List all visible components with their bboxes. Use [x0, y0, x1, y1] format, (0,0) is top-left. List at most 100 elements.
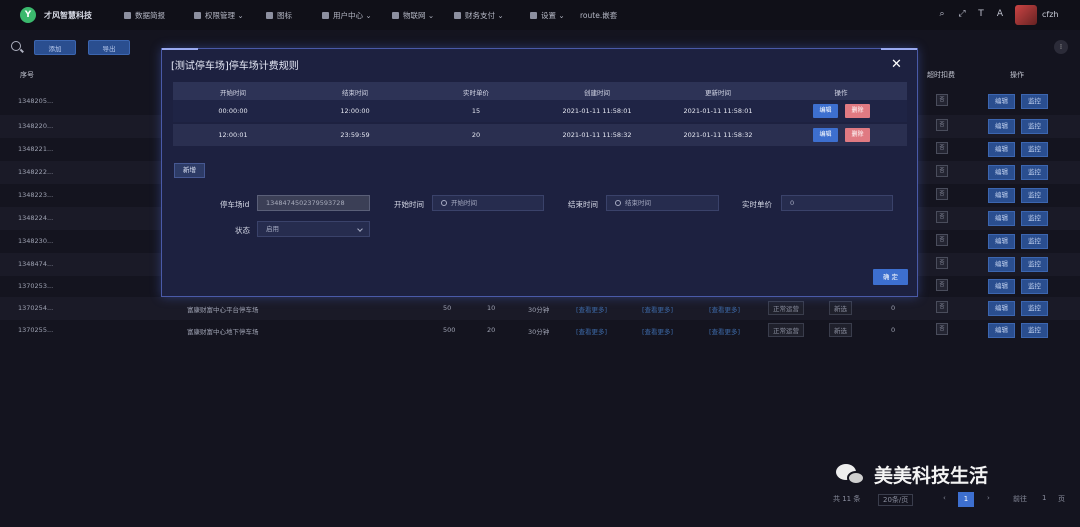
price-label: 实时单价: [742, 200, 772, 209]
rule-edit-button[interactable]: 编辑: [813, 104, 838, 118]
monitor-button[interactable]: 监控: [1021, 234, 1048, 249]
nav-item-settings[interactable]: 设置 ⌄: [530, 10, 565, 21]
yen-icon: [454, 12, 461, 19]
add-rule-button[interactable]: 新增: [174, 163, 205, 178]
monitor-button[interactable]: 监控: [1021, 165, 1048, 180]
view-more-link[interactable]: [查看更多]: [709, 326, 740, 336]
column-action: 操作: [1010, 71, 1024, 79]
tag-badge: 新选: [829, 301, 852, 315]
page-number[interactable]: 1: [958, 492, 974, 507]
search-icon[interactable]: ⌕: [937, 9, 947, 19]
gear-icon: [392, 12, 399, 19]
status-badge: 正常运营: [768, 323, 804, 337]
nav-item-icons[interactable]: 图标: [266, 10, 292, 21]
column-record: 超时扣费: [927, 71, 955, 79]
nav-item-users[interactable]: 用户中心 ⌄: [322, 10, 372, 21]
status-label: 状态: [235, 226, 250, 235]
edit-button[interactable]: 编辑: [988, 257, 1015, 272]
nav-item-finance[interactable]: 财务支付 ⌄: [454, 10, 504, 21]
avatar[interactable]: [1015, 5, 1037, 25]
start-time-label: 开始时间: [394, 200, 424, 209]
decor-corner: [162, 48, 198, 54]
end-time-field[interactable]: 结束时间: [606, 195, 719, 211]
monitor-button[interactable]: 监控: [1021, 211, 1048, 226]
rule-table-header: 开始时间 结束时间 实时单价 创建时间 更新时间 操作: [173, 82, 907, 100]
dashboard-icon: [124, 12, 131, 19]
edit-button[interactable]: 编辑: [988, 279, 1015, 294]
mark-badge: 否: [936, 234, 948, 246]
fullscreen-icon[interactable]: ⤢: [957, 9, 967, 19]
rule-delete-button[interactable]: 删除: [845, 104, 870, 118]
mark-badge: 否: [936, 165, 948, 177]
edit-button[interactable]: 编辑: [988, 94, 1015, 109]
lock-icon: [194, 12, 201, 19]
tag-badge: 新选: [829, 323, 852, 337]
search-icon[interactable]: [11, 41, 21, 51]
edit-button[interactable]: 编辑: [988, 165, 1015, 180]
view-more-link[interactable]: [查看更多]: [642, 304, 673, 314]
logo-icon: Y: [20, 7, 36, 23]
settings-icon: [530, 12, 537, 19]
price-field[interactable]: 0: [781, 195, 893, 211]
nav-item-dashboard[interactable]: 数据简报: [124, 10, 165, 21]
status-badge: 正常运营: [768, 301, 804, 315]
edit-button[interactable]: 编辑: [988, 188, 1015, 203]
chevron-down-icon: [357, 226, 363, 232]
goto-label: 前往: [1013, 495, 1027, 503]
language-icon[interactable]: A: [995, 9, 1005, 19]
monitor-button[interactable]: 监控: [1021, 119, 1048, 134]
goto-input[interactable]: 1: [1042, 494, 1046, 502]
rule-edit-button[interactable]: 编辑: [813, 128, 838, 142]
edit-button[interactable]: 编辑: [988, 211, 1015, 226]
edit-button[interactable]: 编辑: [988, 234, 1015, 249]
prev-page-button[interactable]: ‹: [943, 494, 946, 502]
rule-row: 00:00:00 12:00:00 15 2021-01-11 11:58:01…: [173, 100, 907, 122]
monitor-button[interactable]: 监控: [1021, 188, 1048, 203]
rule-row: 12:00:01 23:59:59 20 2021-01-11 11:58:32…: [173, 124, 907, 146]
wechat-icon: [836, 463, 866, 486]
decor-corner: [881, 48, 917, 54]
parking-id-field[interactable]: 1348474502379593728: [257, 195, 370, 211]
columns-icon[interactable]: ⁞: [1054, 40, 1068, 54]
view-more-link[interactable]: [查看更多]: [576, 304, 607, 314]
mark-badge: 否: [936, 119, 948, 131]
next-page-button[interactable]: ›: [987, 494, 990, 502]
edit-button[interactable]: 编辑: [988, 119, 1015, 134]
monitor-button[interactable]: 监控: [1021, 279, 1048, 294]
edit-button[interactable]: 编辑: [988, 301, 1015, 316]
parking-id-label: 停车场id: [220, 200, 250, 209]
start-time-field[interactable]: 开始时间: [432, 195, 544, 211]
nav-item-permissions[interactable]: 权限管理 ⌄: [194, 10, 244, 21]
edit-button[interactable]: 编辑: [988, 323, 1015, 338]
mark-badge: 否: [936, 142, 948, 154]
nav-item-route[interactable]: route.嵌套: [580, 10, 617, 21]
clock-icon: [615, 200, 621, 206]
view-more-link[interactable]: [查看更多]: [576, 326, 607, 336]
monitor-button[interactable]: 监控: [1021, 94, 1048, 109]
mark-badge: 否: [936, 257, 948, 269]
monitor-button[interactable]: 监控: [1021, 142, 1048, 157]
monitor-button[interactable]: 监控: [1021, 257, 1048, 272]
view-more-link[interactable]: [查看更多]: [642, 326, 673, 336]
rule-delete-button[interactable]: 删除: [845, 128, 870, 142]
top-bar: Y 才风智慧科技 数据简报 权限管理 ⌄ 图标 用户中心 ⌄ 物联网 ⌄ 财务支…: [0, 0, 1080, 30]
edit-button[interactable]: 编辑: [988, 142, 1015, 157]
font-size-icon[interactable]: T: [976, 9, 986, 19]
nav-item-iot[interactable]: 物联网 ⌄: [392, 10, 434, 21]
billing-rule-dialog: [测试停车场]停车场计费规则 ✕ 开始时间 结束时间 实时单价 创建时间 更新时…: [161, 48, 918, 297]
page-size-select[interactable]: 20条/页: [878, 494, 914, 506]
monitor-button[interactable]: 监控: [1021, 301, 1048, 316]
table-row: 1370254... 富康财富中心平台停车场 50 10 30分钟 [查看更多]…: [0, 297, 1080, 320]
monitor-button[interactable]: 监控: [1021, 323, 1048, 338]
icon-grid-icon: [266, 12, 273, 19]
view-more-link[interactable]: [查看更多]: [709, 304, 740, 314]
column-id: 序号: [20, 71, 34, 79]
export-button[interactable]: 导出: [88, 40, 130, 55]
confirm-button[interactable]: 确 定: [873, 269, 908, 285]
user-name[interactable]: cfzh: [1042, 10, 1058, 19]
add-button[interactable]: 添加: [34, 40, 76, 55]
status-select[interactable]: 启用: [257, 221, 370, 237]
table-row: 1370255... 富康财富中心地下停车场 500 20 30分钟 [查看更多…: [0, 319, 1080, 342]
rule-table: 开始时间 结束时间 实时单价 创建时间 更新时间 操作 00:00:00 12:…: [173, 82, 907, 146]
close-icon[interactable]: ✕: [891, 58, 902, 71]
